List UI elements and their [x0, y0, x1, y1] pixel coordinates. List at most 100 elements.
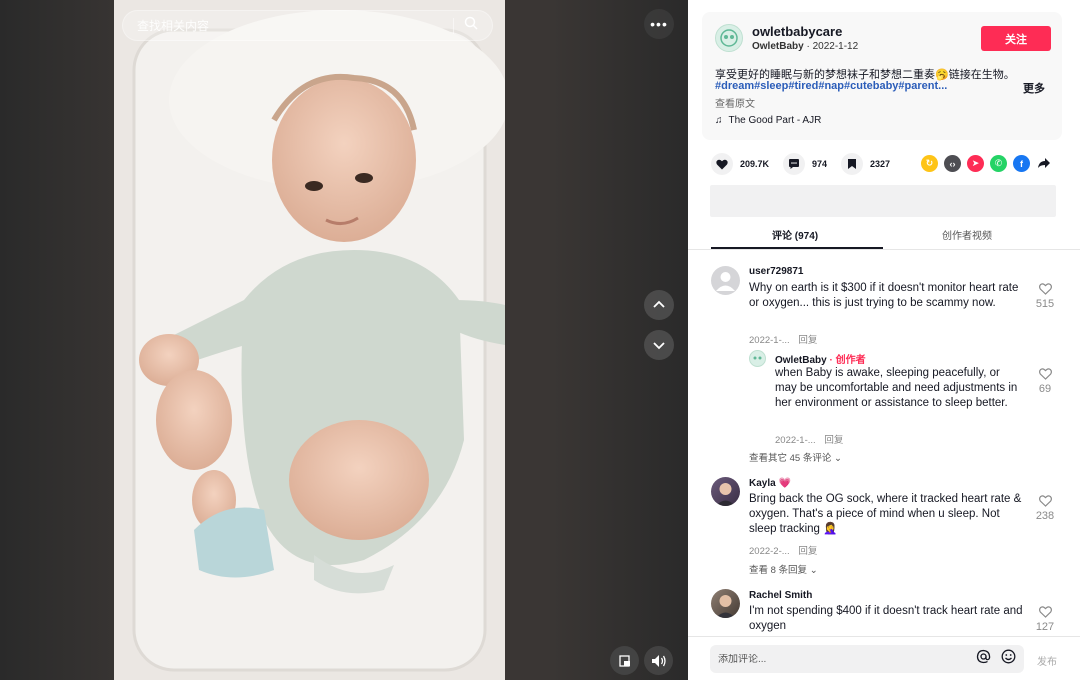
owlet-logo-icon	[720, 29, 738, 47]
reply-link[interactable]: 回复	[798, 546, 817, 557]
reply-date: 2022-1-...	[775, 435, 816, 446]
reply-link[interactable]: 回复	[798, 335, 817, 346]
bookmark-icon[interactable]	[841, 153, 863, 175]
author-subtitle: OwletBaby · 2022-1-12	[752, 41, 858, 52]
comment-username[interactable]: user729871	[749, 266, 804, 277]
comment-username[interactable]: Kayla	[749, 478, 776, 489]
comment-like[interactable]: 238	[1034, 495, 1056, 522]
comment-like-count: 127	[1035, 621, 1055, 631]
heart-outline-icon[interactable]	[1034, 495, 1056, 510]
emoji-icon[interactable]	[1001, 649, 1016, 669]
search-placeholder[interactable]: 查找相关内容	[137, 17, 453, 34]
search-bar[interactable]: 查找相关内容	[122, 10, 493, 41]
post-date: 2022-1-12	[812, 41, 859, 52]
comment-text: Bring back the OG sock, where it tracked…	[749, 493, 1022, 535]
expand-description-link[interactable]: 更多	[1023, 80, 1045, 96]
user-photo	[716, 483, 735, 506]
repost-icon[interactable]: ↻	[921, 155, 938, 172]
chevron-down-icon: ⌄	[834, 453, 842, 464]
creator-badge: · 创作者	[829, 355, 866, 366]
tab-divider	[688, 249, 1080, 250]
like-stat[interactable]: 209.7K	[711, 153, 769, 175]
reply-username[interactable]: OwletBaby	[775, 355, 827, 366]
commenter-avatar[interactable]	[711, 589, 740, 618]
chevron-down-icon	[653, 342, 665, 350]
tab-comments[interactable]: 评论 (974)	[772, 227, 818, 242]
reply-username-row: OwletBaby · 创作者	[775, 351, 866, 366]
view-more-replies[interactable]: 查看 8 条回复 ⌄	[749, 562, 818, 576]
comment-date: 2022-1-...	[749, 335, 790, 346]
copy-link-box[interactable]	[710, 185, 1056, 217]
comment-like[interactable]: 515	[1034, 283, 1056, 310]
previous-video-button[interactable]	[644, 290, 674, 320]
reply-author-avatar[interactable]	[749, 350, 766, 367]
embed-icon[interactable]: ‹›	[944, 155, 961, 172]
user-photo	[716, 595, 735, 618]
author-avatar[interactable]	[715, 24, 743, 52]
author-display-name[interactable]: OwletBaby	[752, 41, 804, 52]
owlet-logo-icon	[753, 356, 762, 360]
save-stat[interactable]: 2327	[841, 153, 890, 175]
commenter-avatar[interactable]	[711, 477, 740, 506]
mention-icon[interactable]	[976, 649, 991, 669]
comment-like-count: 515	[1035, 298, 1055, 310]
send-to-friends-icon[interactable]: ➤	[967, 155, 984, 172]
tab-creator-videos[interactable]: 创作者视频	[942, 227, 992, 242]
view-more-replies[interactable]: 查看其它 45 条评论 ⌄	[749, 450, 842, 464]
video-player[interactable]: 查找相关内容 •••	[0, 0, 688, 680]
baby-video-still	[114, 0, 505, 680]
comment-text: I'm not spending $400 if it doesn't trac…	[749, 605, 1023, 632]
comment-username[interactable]: Rachel Smith	[749, 590, 812, 601]
comment-input-box[interactable]	[710, 645, 1024, 673]
comment-bubble-icon[interactable]	[783, 153, 805, 175]
follow-button[interactable]: 关注	[981, 26, 1051, 51]
comment-text: Why on earth is it $300 if it doesn't mo…	[749, 282, 1019, 309]
view-more-label: 查看其它 45 条评论	[749, 453, 832, 464]
facebook-icon[interactable]: f	[1013, 155, 1030, 172]
post-hashtags[interactable]: #dream#sleep#tired#nap#cutebaby#parent..…	[715, 80, 970, 92]
heart-icon[interactable]	[711, 153, 733, 175]
search-icon[interactable]	[464, 16, 478, 35]
heart-emoji: 💗	[778, 478, 791, 489]
chevron-down-icon: ⌄	[809, 565, 818, 576]
whatsapp-icon[interactable]: ✆	[990, 155, 1007, 172]
more-options-button[interactable]: •••	[644, 9, 674, 39]
reply-meta: 2022-1-... 回复	[775, 432, 843, 446]
separator-dot: ·	[803, 41, 813, 52]
reply-text: when Baby is awake, sleeping peacefully,…	[775, 367, 1018, 409]
see-original-link[interactable]: 查看原文	[715, 95, 755, 110]
heart-outline-icon[interactable]	[1034, 368, 1056, 383]
video-frame[interactable]	[114, 0, 505, 680]
comment-like[interactable]: 127	[1034, 606, 1056, 631]
volume-button[interactable]	[644, 646, 673, 675]
music-title: The Good Part - AJR	[728, 115, 822, 126]
comment-username-row: Kayla 💗	[749, 478, 791, 489]
search-divider	[453, 17, 454, 34]
volume-icon	[651, 654, 666, 667]
comment-input[interactable]	[718, 653, 976, 665]
heart-outline-icon[interactable]	[1034, 606, 1056, 621]
like-count: 209.7K	[740, 159, 770, 169]
reply-like[interactable]: 69	[1034, 368, 1056, 395]
pip-icon	[618, 654, 630, 667]
share-arrow-icon[interactable]	[1037, 156, 1051, 175]
reply-link[interactable]: 回复	[824, 435, 843, 446]
comment-meta: 2022-2-... 回复	[749, 543, 817, 557]
reply-like-count: 69	[1038, 383, 1052, 395]
chevron-up-icon	[653, 300, 665, 308]
ellipsis-icon: •••	[650, 16, 668, 32]
heart-outline-icon[interactable]	[1034, 283, 1056, 298]
default-avatar-icon	[716, 272, 735, 291]
post-comment-button[interactable]: 发布	[1037, 653, 1057, 668]
comment-stat[interactable]: 974	[783, 153, 827, 175]
commenter-avatar[interactable]	[711, 266, 740, 295]
next-video-button[interactable]	[644, 330, 674, 360]
picture-in-picture-button[interactable]	[610, 646, 639, 675]
music-link[interactable]: ♫ The Good Part - AJR	[715, 115, 821, 126]
comment-meta: 2022-1-... 回复	[749, 332, 817, 346]
save-count: 2327	[870, 159, 891, 169]
music-note-icon: ♫	[715, 115, 723, 126]
author-username[interactable]: owletbabycare	[752, 24, 842, 39]
comment-date: 2022-2-...	[749, 546, 790, 557]
comment-count: 974	[812, 159, 828, 169]
